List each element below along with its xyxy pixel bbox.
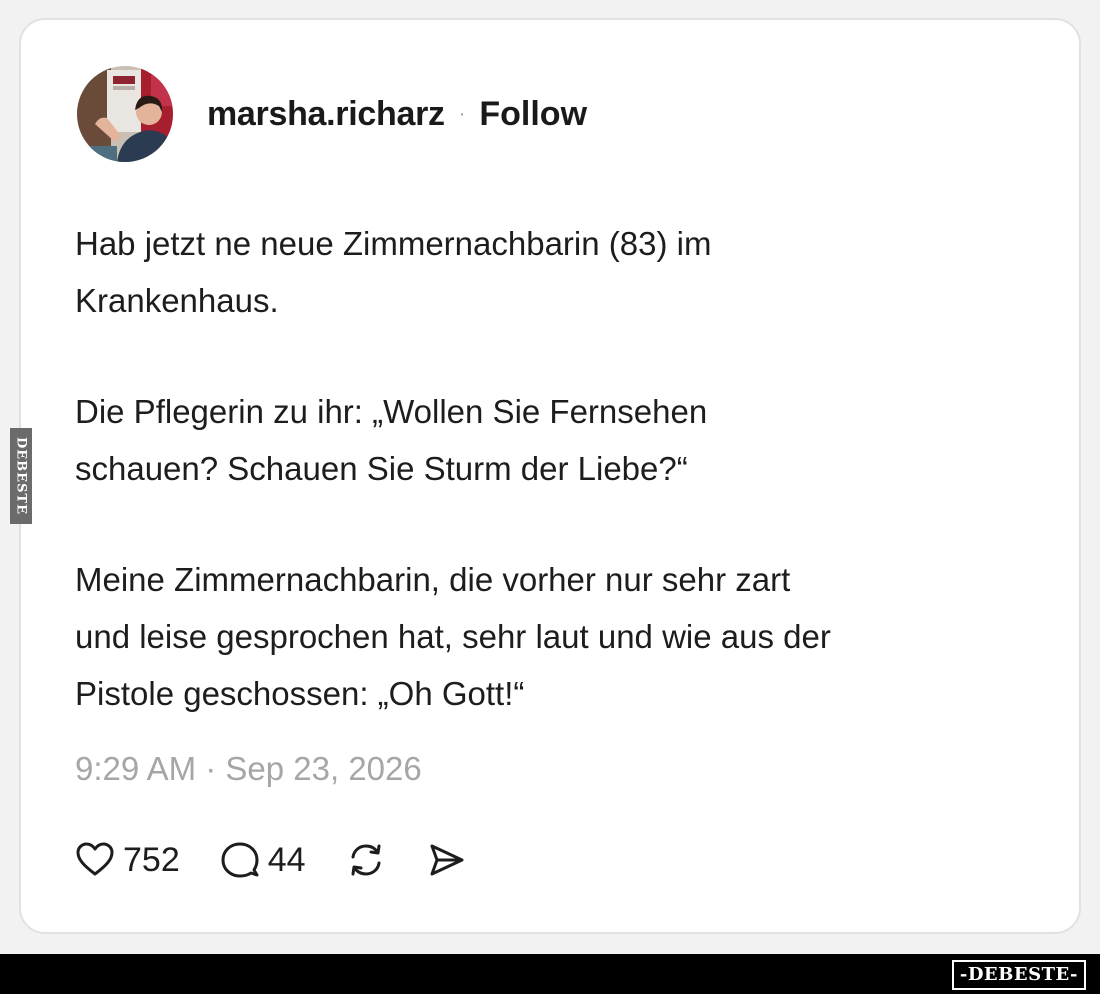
speech-bubble-icon	[221, 842, 259, 878]
reply-count: 44	[267, 840, 306, 879]
footer-bar: -DEBESTE-	[0, 954, 1100, 994]
follow-button[interactable]: Follow	[479, 95, 587, 134]
like-count: 752	[123, 840, 180, 879]
send-icon	[430, 844, 464, 876]
post-header: marsha.richarz · Follow	[77, 66, 587, 162]
avatar-image	[77, 66, 173, 162]
action-bar: 752 44	[75, 838, 506, 882]
post-timestamp: 9:29 AM · Sep 23, 2026	[75, 750, 422, 787]
share-button[interactable]	[426, 840, 466, 880]
heart-icon	[76, 842, 114, 876]
post-paragraph: Die Pflegerin zu ihr: „Wollen Sie Fernse…	[75, 393, 708, 487]
reply-button[interactable]: 44	[220, 840, 306, 880]
avatar[interactable]	[77, 66, 173, 162]
like-button[interactable]: 752	[75, 840, 180, 880]
header-separator: ·	[458, 102, 466, 125]
repost-icon	[351, 844, 381, 876]
username[interactable]: marsha.richarz	[207, 95, 445, 134]
watermark-side: DEBESTE	[10, 428, 32, 524]
post-text: Hab jetzt ne neue Zimmernachbarin (83) i…	[75, 215, 1035, 722]
post-paragraph: Hab jetzt ne neue Zimmernachbarin (83) i…	[75, 225, 712, 319]
repost-button[interactable]	[346, 840, 386, 880]
post-paragraph: Meine Zimmernachbarin, die vorher nur se…	[75, 561, 831, 712]
watermark-logo: -DEBESTE-	[951, 960, 1086, 990]
post-card: marsha.richarz · Follow Hab jetzt ne neu…	[19, 18, 1081, 934]
